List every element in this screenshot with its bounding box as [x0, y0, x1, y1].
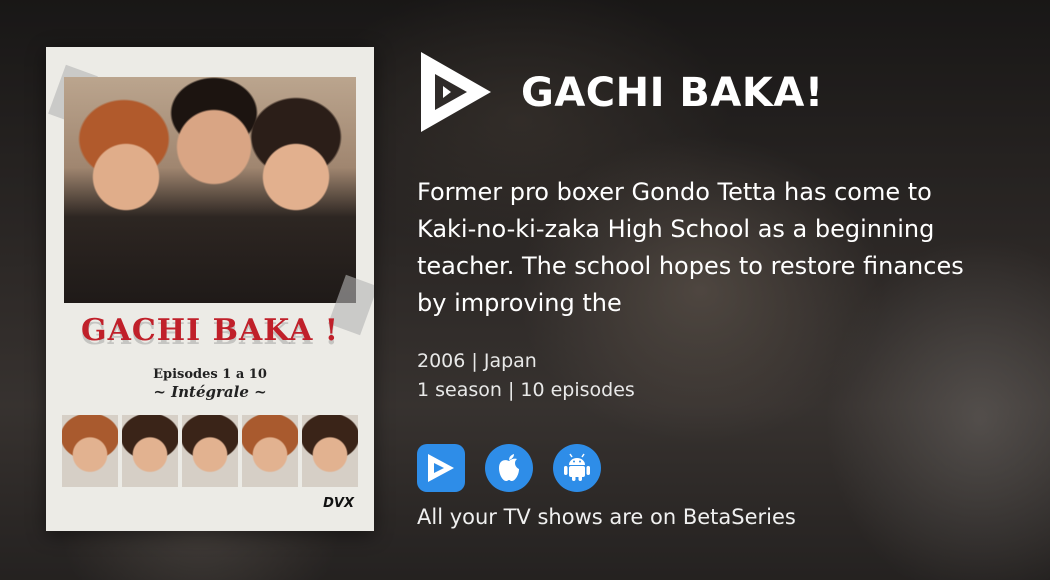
year-country: 2006 | Japan [417, 350, 537, 372]
tagline: All your TV shows are on BetaSeries [417, 505, 796, 529]
android-icon [564, 453, 590, 481]
show-title: GACHI BAKA! [521, 70, 824, 116]
android-app-button[interactable] [553, 444, 601, 492]
cast-photo [242, 415, 298, 487]
apple-icon [499, 454, 519, 481]
dvx-logo: DVX [323, 496, 354, 511]
betaseries-app-button[interactable] [417, 444, 465, 492]
cast-photo [122, 415, 178, 487]
cast-photo [302, 415, 358, 487]
show-poster: GACHI BAKA ! Episodes 1 a 10 ~ Intégrale… [46, 47, 374, 531]
cast-photo [62, 415, 118, 487]
poster-cast-strip [62, 415, 358, 487]
betaseries-logo-icon [421, 52, 491, 132]
cast-photo [182, 415, 238, 487]
show-meta: 2006 | Japan 1 season | 10 episodes [417, 347, 635, 405]
poster-integrale-line: ~ Intégrale ~ [153, 383, 267, 401]
poster-photo [64, 77, 356, 303]
poster-title: GACHI BAKA ! [81, 313, 339, 348]
poster-episodes-line: Episodes 1 a 10 [153, 367, 267, 382]
betaseries-play-icon [428, 454, 454, 482]
app-links [417, 444, 601, 492]
apple-app-button[interactable] [485, 444, 533, 492]
show-synopsis: Former pro boxer Gondo Tetta has come to… [417, 178, 964, 317]
seasons-episodes: 1 season | 10 episodes [417, 379, 635, 401]
